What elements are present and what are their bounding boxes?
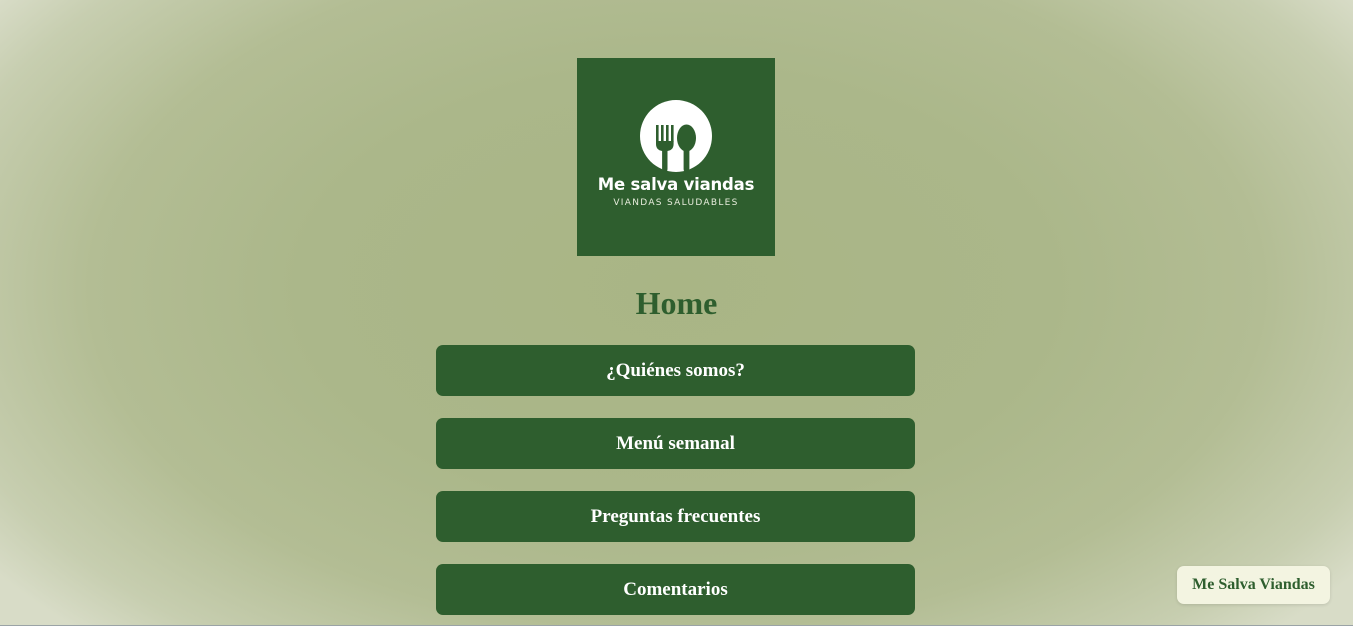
nav-button-preguntas-frecuentes[interactable]: Preguntas frecuentes (436, 491, 915, 542)
logo-tagline: VIANDAS SALUDABLES (613, 198, 739, 208)
nav-button-comentarios[interactable]: Comentarios (436, 564, 915, 615)
nav-button-menu-semanal[interactable]: Menú semanal (436, 418, 915, 469)
brand-badge[interactable]: Me Salva Viandas (1177, 566, 1330, 604)
site-logo[interactable]: Me salva viandas VIANDAS SALUDABLES (577, 58, 775, 256)
page-title: Home (635, 285, 718, 321)
fork-spoon-icon (640, 100, 712, 172)
nav-button-quienes-somos[interactable]: ¿Quiénes somos? (436, 345, 915, 396)
logo-brand-name: Me salva viandas (597, 175, 755, 194)
